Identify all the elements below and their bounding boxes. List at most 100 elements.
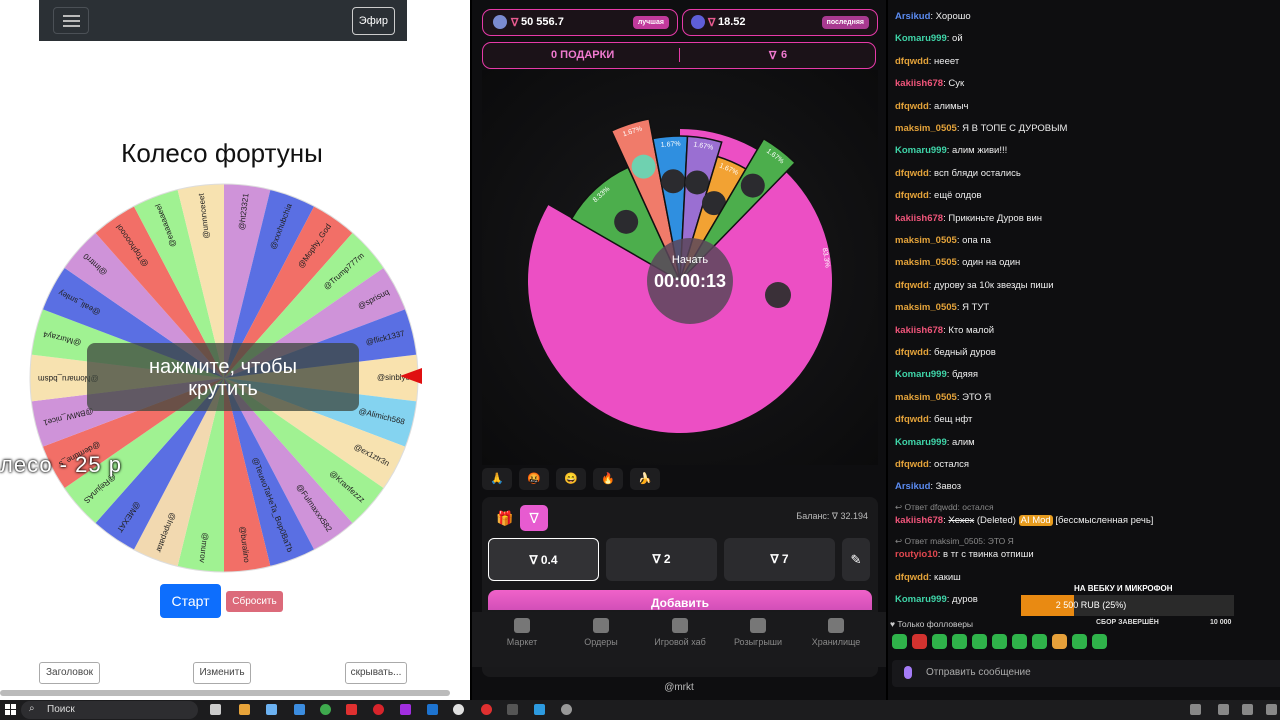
emote-icon[interactable] <box>1032 634 1047 649</box>
spin-timer: 00:00:13 <box>653 271 727 291</box>
telegram-icon[interactable] <box>534 704 545 715</box>
chat-username[interactable]: kakiish678 <box>895 78 943 89</box>
file-explorer-icon[interactable] <box>239 704 250 715</box>
bet-option-1[interactable]: ∇ 0.4 <box>488 538 599 581</box>
emote-icon[interactable] <box>1012 634 1027 649</box>
emote-icon[interactable] <box>1072 634 1087 649</box>
chat-username[interactable]: kakiish678 <box>895 325 943 336</box>
emoji-fire-icon[interactable]: 🔥 <box>593 468 623 490</box>
mic-icon[interactable] <box>904 666 912 679</box>
emote-icon[interactable] <box>952 634 967 649</box>
yandex-icon[interactable] <box>346 704 357 715</box>
system-tray-icon[interactable] <box>1218 704 1229 715</box>
store-icon[interactable] <box>266 704 277 715</box>
opera-icon[interactable] <box>373 704 384 715</box>
nav-market[interactable]: Маркет <box>482 618 562 647</box>
chat-username[interactable]: Arsikud <box>895 481 930 492</box>
emote-icon[interactable] <box>1092 634 1107 649</box>
task-view-icon[interactable] <box>210 704 221 715</box>
avatar <box>493 15 507 29</box>
hide-button[interactable]: скрывать... <box>345 662 407 684</box>
chat-username[interactable]: dfqwdd <box>895 414 929 425</box>
obs-icon[interactable] <box>453 704 464 715</box>
chat-username[interactable]: Arsikud <box>895 11 930 22</box>
emoji-pray-icon[interactable]: 🙏 <box>482 468 512 490</box>
spin-center[interactable]: Начать 00:00:13 <box>647 238 733 324</box>
system-tray-icon[interactable] <box>1242 704 1253 715</box>
bet-option-2[interactable]: ∇ 2 <box>606 538 717 581</box>
chat-username[interactable]: maksim_0505 <box>895 392 957 403</box>
deleted-tag: (Deleted) <box>976 515 1016 526</box>
ton-tab-icon[interactable]: ∇ <box>520 505 548 531</box>
system-tray-icon[interactable] <box>1266 704 1277 715</box>
nav-giveaways[interactable]: Розыгрыши <box>718 618 798 647</box>
system-tray-icon[interactable] <box>1190 704 1201 715</box>
windows-icon[interactable] <box>5 704 17 716</box>
chat-username[interactable]: Komaru999 <box>895 145 947 156</box>
add-button[interactable]: Добавить <box>488 590 872 610</box>
start-button[interactable]: Старт <box>160 584 221 618</box>
chrome-icon[interactable] <box>320 704 331 715</box>
taskbar-search[interactable]: ⌕ Поиск <box>21 701 198 719</box>
chat-text: дурову за 10к звезды пиши <box>934 279 1054 291</box>
emote-icon[interactable] <box>892 634 907 649</box>
emoji-angry-icon[interactable]: 🤬 <box>519 468 549 490</box>
chat-username[interactable]: maksim_0505 <box>895 257 957 268</box>
chat-text: опа па <box>962 235 991 246</box>
app-icon[interactable] <box>427 704 438 715</box>
app-icon[interactable] <box>561 704 572 715</box>
edit-icon[interactable]: ✎ <box>842 538 870 581</box>
emoji-smile-icon[interactable]: 😄 <box>556 468 586 490</box>
emoji-banana-icon[interactable]: 🍌 <box>630 468 660 490</box>
chat-username[interactable]: maksim_0505 <box>895 302 957 313</box>
chat-username[interactable]: Komaru999 <box>895 33 947 44</box>
emote-icon[interactable] <box>912 634 927 649</box>
chat-username[interactable]: dfqwdd <box>895 190 929 201</box>
chat-username[interactable]: Komaru999 <box>895 594 947 605</box>
chat-username[interactable]: Komaru999 <box>895 369 947 380</box>
chat-text: Сук <box>948 78 965 90</box>
emote-icon[interactable] <box>932 634 947 649</box>
chat-input[interactable]: Отправить сообщение <box>892 660 1280 687</box>
reset-button[interactable]: Сбросить <box>226 591 283 612</box>
chat-username[interactable]: dfqwdd <box>895 280 929 291</box>
chat-username[interactable]: kakiish678 <box>895 213 943 224</box>
chat-username[interactable]: dfqwdd <box>895 56 929 67</box>
chat-username[interactable]: dfqwdd <box>895 168 929 179</box>
chat-username[interactable]: maksim_0505 <box>895 235 957 246</box>
bet-option-3[interactable]: ∇ 7 <box>724 538 835 581</box>
nav-orders[interactable]: Ордеры <box>561 618 641 647</box>
yandex-browser-icon[interactable] <box>481 704 492 715</box>
balance: Баланс: ∇ 32.194 <box>796 511 868 521</box>
chat-username[interactable]: dfqwdd <box>895 347 929 358</box>
header-button[interactable]: Заголовок <box>39 662 100 684</box>
emote-icon[interactable] <box>992 634 1007 649</box>
chat-text: один на один <box>962 257 1021 269</box>
menu-icon[interactable] <box>53 7 89 34</box>
chat-username[interactable]: kakiish678 <box>895 515 943 526</box>
app-icon[interactable] <box>400 704 411 715</box>
change-button[interactable]: Изменить <box>193 662 251 684</box>
avatar <box>661 169 686 194</box>
app-icon[interactable] <box>294 704 305 715</box>
gifts-bar[interactable]: 0 ПОДАРКИ ∇ 6 <box>482 42 876 69</box>
gift-tab-icon[interactable]: 🎁 <box>492 505 518 531</box>
nav-storage[interactable]: Хранилище <box>796 618 876 647</box>
chat-username[interactable]: maksim_0505 <box>895 123 957 134</box>
horizontal-scrollbar[interactable] <box>0 690 450 696</box>
followers-only-notice: ♥ Только фолловеры <box>890 619 974 629</box>
chat-username[interactable]: dfqwdd <box>895 101 929 112</box>
nav-game-hub[interactable]: Игровой хаб <box>640 618 720 647</box>
emote-icon[interactable] <box>1052 634 1067 649</box>
chat-username[interactable]: dfqwdd <box>895 459 929 470</box>
efir-button[interactable]: Эфир <box>351 7 395 35</box>
chat-username[interactable]: routyio10 <box>895 549 938 560</box>
wheel-page: Эфир Колесо фортуны @sinblye @Alimich568 @… <box>0 0 470 700</box>
chat-username[interactable]: Komaru999 <box>895 437 947 448</box>
app-icon[interactable] <box>507 704 518 715</box>
chat-text: остался <box>934 459 970 470</box>
emote-icon[interactable] <box>972 634 987 649</box>
spin-hint[interactable]: нажмите, чтобы крутить <box>87 343 359 411</box>
chat-username[interactable]: dfqwdd <box>895 572 929 583</box>
bottom-nav: Маркет Ордеры Игровой хаб Розыгрыши Хран… <box>472 612 886 667</box>
